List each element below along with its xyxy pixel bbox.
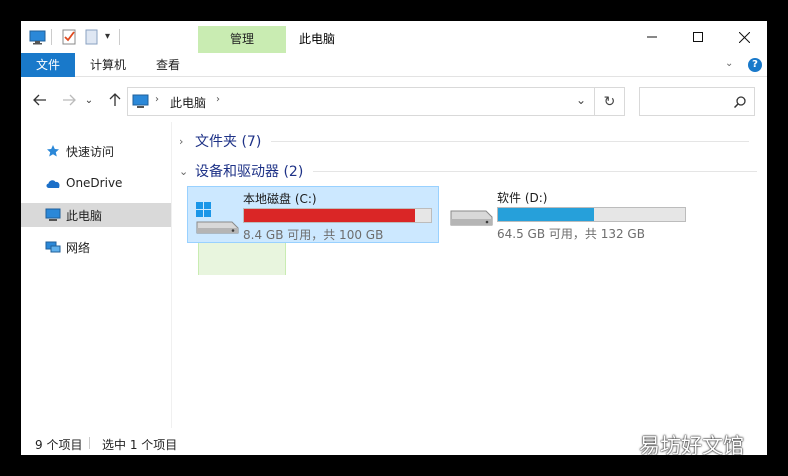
- forward-arrow-icon: [63, 94, 76, 106]
- drive-usage-bar: [497, 207, 686, 222]
- navigation-pane: 快速访问 OneDrive 此电脑 网络: [21, 122, 172, 428]
- hard-drive-icon: [448, 208, 494, 235]
- up-button[interactable]: [105, 90, 125, 110]
- tab-manage-context[interactable]: 管理: [198, 26, 286, 53]
- chevron-down-icon: ⌄: [179, 164, 189, 178]
- computer-icon: [45, 207, 61, 223]
- sidebar-item-onedrive[interactable]: OneDrive: [21, 171, 171, 195]
- drive-item-d[interactable]: 软件 (D:) 64.5 GB 可用，共 132 GB: [442, 186, 694, 243]
- drive-usage-fill: [498, 208, 594, 221]
- item-count: 9 个项目: [35, 438, 83, 452]
- close-icon: [738, 31, 750, 43]
- cloud-icon: [45, 175, 61, 191]
- maximize-button[interactable]: [675, 21, 721, 53]
- search-icon: [734, 96, 746, 108]
- minimize-button[interactable]: [629, 21, 675, 53]
- chevron-down-icon: ⌄: [84, 94, 94, 106]
- expand-ribbon-icon[interactable]: ⌄: [725, 58, 733, 69]
- computer-icon: [29, 29, 46, 45]
- navigation-bar: ⌄ › 此电脑 › ⌄ ↻: [21, 77, 767, 122]
- minimize-icon: [647, 36, 657, 38]
- tab-file[interactable]: 文件: [21, 53, 75, 77]
- properties-icon[interactable]: [61, 29, 77, 45]
- group-label: 文件夹 (7): [195, 134, 262, 150]
- refresh-button[interactable]: ↻: [595, 87, 625, 116]
- tab-view[interactable]: 查看: [145, 53, 191, 77]
- recent-locations-button[interactable]: ⌄: [83, 90, 95, 110]
- sidebar-item-quick-access[interactable]: 快速访问: [21, 139, 171, 163]
- new-folder-icon[interactable]: [84, 29, 100, 45]
- up-arrow-icon: [109, 93, 121, 106]
- drive-name: 软件 (D:): [497, 191, 548, 205]
- drive-usage-bar: [243, 208, 432, 223]
- tab-computer[interactable]: 计算机: [81, 53, 135, 77]
- sidebar-item-label: 网络: [66, 240, 91, 255]
- separator: [119, 29, 120, 45]
- ribbon-tabs: 文件 计算机 查看 驱动器工具 ⌄ ?: [21, 53, 767, 275]
- divider: [89, 437, 90, 449]
- maximize-icon: [693, 32, 703, 42]
- group-header-devices[interactable]: ⌄ 设备和驱动器 (2): [179, 161, 758, 181]
- group-label: 设备和驱动器 (2): [195, 164, 304, 180]
- address-bar[interactable]: › 此电脑 › ⌄: [127, 87, 595, 116]
- divider: [313, 170, 758, 172]
- help-button[interactable]: ?: [748, 58, 762, 72]
- sidebar-item-this-pc[interactable]: 此电脑: [21, 203, 171, 227]
- drive-name: 本地磁盘 (C:): [243, 192, 317, 206]
- chevron-right-icon: ›: [179, 134, 184, 148]
- network-icon: [45, 239, 61, 255]
- windows-drive-icon: [194, 202, 240, 237]
- address-history-icon[interactable]: ⌄: [576, 93, 586, 107]
- sidebar-item-label: OneDrive: [66, 176, 123, 190]
- back-arrow-icon: [33, 94, 46, 106]
- group-header-folders[interactable]: › 文件夹 (7): [179, 131, 750, 151]
- computer-icon: [132, 94, 149, 112]
- forward-button[interactable]: [59, 90, 79, 110]
- separator: [51, 29, 52, 45]
- breadcrumb-chevron-icon[interactable]: ›: [155, 94, 159, 105]
- title-bar: ▾ 管理 此电脑: [21, 21, 767, 53]
- star-icon: [45, 143, 61, 159]
- divider: [271, 140, 750, 142]
- breadcrumb-chevron-icon[interactable]: ›: [216, 94, 220, 105]
- sidebar-item-label: 此电脑: [66, 208, 103, 223]
- refresh-icon: ↻: [603, 93, 616, 110]
- breadcrumb[interactable]: 此电脑: [170, 94, 206, 111]
- drive-item-c[interactable]: 本地磁盘 (C:) 8.4 GB 可用，共 100 GB: [187, 186, 439, 243]
- search-input[interactable]: [639, 87, 755, 116]
- window-title: 此电脑: [299, 32, 336, 46]
- selection-count: 选中 1 个项目: [102, 438, 178, 452]
- file-explorer-window: ▾ 管理 此电脑 文件 计算机 查看 驱动器工具 ⌄ ? ⌄: [21, 21, 767, 455]
- drive-space-info: 64.5 GB 可用，共 132 GB: [497, 227, 645, 241]
- sidebar-item-network[interactable]: 网络: [21, 235, 171, 259]
- drive-space-info: 8.4 GB 可用，共 100 GB: [243, 228, 384, 242]
- watermark: 易坊好文馆: [639, 434, 744, 458]
- drive-usage-fill: [244, 209, 416, 222]
- sidebar-item-label: 快速访问: [66, 144, 115, 159]
- back-button[interactable]: [30, 90, 50, 110]
- close-button[interactable]: [721, 21, 767, 53]
